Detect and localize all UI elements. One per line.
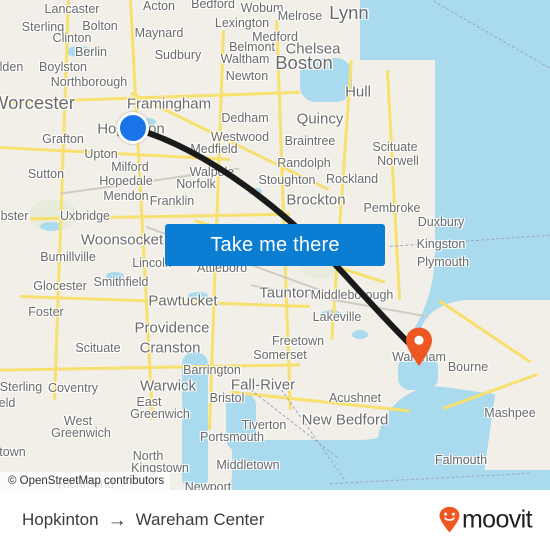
origin-marker[interactable] [117,112,149,144]
footer-bar: Hopkinton → Wareham Center moovit [0,490,550,550]
moovit-logo[interactable]: moovit [438,505,533,535]
map-pin-icon [406,327,432,366]
trip-destination-label: Wareham Center [135,510,265,529]
map-canvas[interactable]: Acton Bedford Wobum Melrose Lynn Lancaster Ste… [0,0,550,490]
destination-marker[interactable] [404,327,434,367]
moovit-trip-map-page: Acton Bedford Wobum Melrose Lynn Lancaster Ste… [0,0,550,550]
trip-origin-label: Hopkinton [22,510,99,529]
moovit-pin-icon [439,506,460,533]
take-me-there-button[interactable]: Take me there [165,224,385,266]
map-attribution[interactable]: © OpenStreetMap contributors [0,472,171,490]
arrow-right-icon: → [107,509,127,531]
moovit-wordmark: moovit [461,505,533,534]
trip-summary: Hopkinton → Wareham Center [22,510,264,530]
